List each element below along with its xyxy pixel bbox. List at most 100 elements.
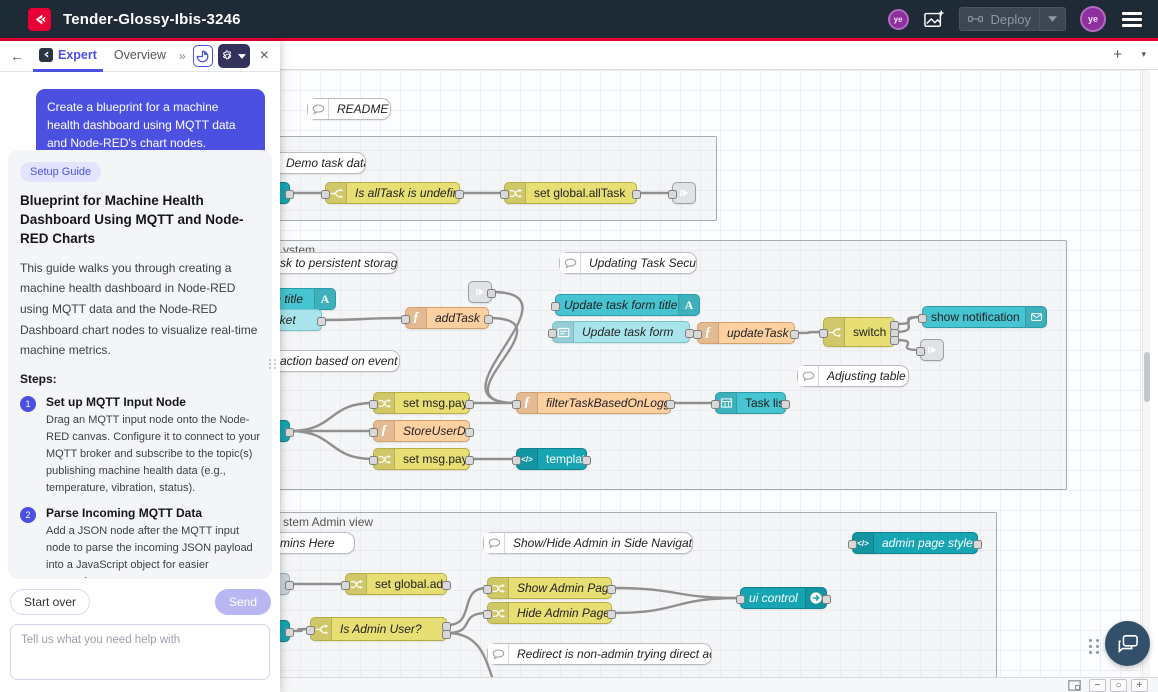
flow-node-f-filter[interactable]: ƒfilterTaskBasedOnLoggedUser bbox=[516, 392, 671, 414]
team-avatar[interactable]: ye bbox=[888, 9, 909, 30]
panel-resize-handle[interactable] bbox=[269, 359, 277, 369]
input-port[interactable] bbox=[551, 302, 560, 311]
flow-node-c-redir[interactable]: Redirect is non-admin trying direct acce… bbox=[487, 643, 712, 665]
flow-node-stub4[interactable] bbox=[280, 620, 290, 642]
settings-dropdown-button[interactable] bbox=[218, 44, 250, 68]
zoom-out-button[interactable]: − bbox=[1089, 679, 1106, 692]
flow-group-g1[interactable] bbox=[280, 136, 717, 221]
flow-node-n-aps[interactable]: </>admin page style bbox=[852, 532, 978, 554]
input-port[interactable] bbox=[369, 456, 378, 465]
output-port[interactable] bbox=[465, 400, 474, 409]
flow-node-n-utf[interactable]: Update task form bbox=[552, 321, 690, 343]
flow-node-c-shna[interactable]: Show/Hide Admin in Side Navigation bbox=[483, 532, 693, 554]
flow-node-n-notif[interactable]: show notification bbox=[922, 306, 1047, 328]
input-port[interactable] bbox=[916, 347, 925, 356]
flow-node-sw2[interactable]: switch bbox=[823, 317, 895, 347]
output-port[interactable] bbox=[790, 330, 799, 339]
output-port[interactable] bbox=[465, 428, 474, 437]
zoom-reset-button[interactable]: ○ bbox=[1110, 679, 1127, 692]
output-port[interactable] bbox=[890, 336, 899, 345]
scrollbar-thumb[interactable] bbox=[1144, 352, 1150, 402]
input-port[interactable] bbox=[306, 626, 315, 635]
flow-node-sw3[interactable]: Is Admin User? bbox=[310, 617, 447, 641]
input-port[interactable] bbox=[693, 330, 702, 339]
canvas-vertical-scrollbar[interactable] bbox=[1142, 70, 1150, 677]
input-port[interactable] bbox=[736, 595, 745, 604]
flow-node-stub1[interactable] bbox=[280, 182, 290, 204]
flow-node-sw1[interactable]: Is allTask is undefined bbox=[325, 182, 460, 204]
assistant-image-icon[interactable] bbox=[923, 9, 945, 29]
output-port[interactable] bbox=[285, 428, 294, 437]
input-port[interactable] bbox=[401, 315, 410, 324]
input-port[interactable] bbox=[369, 428, 378, 437]
flow-node-ch1[interactable]: set global.allTask bbox=[504, 182, 637, 204]
flow-node-ch2[interactable]: set msg.payload bbox=[373, 392, 470, 414]
output-port[interactable] bbox=[582, 456, 591, 465]
back-arrow-icon[interactable]: ← bbox=[6, 48, 28, 64]
tab-overview[interactable]: Overview bbox=[108, 41, 172, 72]
input-port[interactable] bbox=[711, 400, 720, 409]
output-port[interactable] bbox=[973, 540, 982, 549]
add-flow-button[interactable]: + bbox=[1113, 46, 1122, 63]
output-port[interactable] bbox=[822, 595, 831, 604]
flow-list-caret-icon[interactable]: ▾ bbox=[1141, 49, 1146, 60]
flowfuse-logo-icon[interactable] bbox=[28, 8, 51, 31]
input-port[interactable] bbox=[321, 190, 330, 199]
flow-node-f-store[interactable]: ƒStoreUserData bbox=[373, 420, 470, 442]
input-port[interactable] bbox=[548, 329, 557, 338]
main-menu-icon[interactable] bbox=[1120, 10, 1144, 29]
close-sidebar-icon[interactable]: × bbox=[255, 47, 274, 65]
flow-node-readme[interactable]: README bbox=[307, 98, 391, 120]
start-over-button[interactable]: Start over bbox=[10, 589, 90, 615]
input-port[interactable] bbox=[668, 190, 677, 199]
usage-chart-button[interactable] bbox=[193, 45, 213, 67]
send-button[interactable]: Send bbox=[215, 589, 271, 615]
user-avatar[interactable]: ye bbox=[1080, 6, 1106, 32]
input-port[interactable] bbox=[848, 540, 857, 549]
output-port[interactable] bbox=[484, 315, 493, 324]
flow-node-n-utft[interactable]: Update task form titleA bbox=[555, 294, 700, 316]
input-port[interactable] bbox=[500, 190, 509, 199]
assistant-input[interactable] bbox=[10, 624, 270, 680]
output-port[interactable] bbox=[442, 630, 451, 639]
output-port[interactable] bbox=[455, 190, 464, 199]
input-port[interactable] bbox=[512, 400, 521, 409]
flow-node-n-tl[interactable]: Task list bbox=[715, 392, 786, 414]
tab-expert[interactable]: Expert bbox=[33, 41, 103, 72]
output-port[interactable] bbox=[487, 289, 496, 298]
flow-node-ch3[interactable]: set msg.payload bbox=[373, 448, 470, 470]
deploy-button[interactable]: Deploy bbox=[959, 7, 1066, 31]
assistant-drag-handle[interactable] bbox=[1089, 639, 1100, 654]
flow-node-c-admins[interactable]: mins Here bbox=[280, 532, 355, 554]
output-port[interactable] bbox=[781, 400, 790, 409]
flow-node-n-uic[interactable]: ui control bbox=[740, 587, 827, 609]
flow-node-ch5[interactable]: Show Admin Page bbox=[487, 577, 612, 599]
output-port[interactable] bbox=[442, 581, 451, 590]
flow-node-lo2[interactable] bbox=[920, 339, 944, 361]
input-port[interactable] bbox=[483, 585, 492, 594]
flow-node-c-demo[interactable]: Demo task data bbox=[280, 152, 366, 174]
output-port[interactable] bbox=[465, 456, 474, 465]
flow-node-c-adj[interactable]: Adjusting table bbox=[797, 365, 909, 387]
flow-node-stub2[interactable] bbox=[280, 420, 290, 442]
flow-node-ch6[interactable]: Hide Admin Page bbox=[487, 602, 612, 624]
flow-node-f-upd[interactable]: ƒupdateTask bbox=[697, 322, 795, 344]
assistant-chat-button[interactable] bbox=[1105, 621, 1150, 666]
flow-node-f-add[interactable]: ƒaddTask bbox=[405, 307, 489, 329]
flow-node-n-title1[interactable]: m titleA bbox=[280, 288, 336, 310]
flow-node-n-ticket[interactable]: icket bbox=[280, 309, 322, 331]
minimap-toggle-icon[interactable] bbox=[1068, 680, 1081, 691]
zoom-in-button[interactable]: + bbox=[1131, 679, 1148, 692]
tabs-overflow-icon[interactable]: » bbox=[177, 49, 188, 63]
input-port[interactable] bbox=[918, 314, 927, 323]
output-port[interactable] bbox=[285, 190, 294, 199]
output-port[interactable] bbox=[317, 317, 326, 326]
input-port[interactable] bbox=[369, 400, 378, 409]
output-port[interactable] bbox=[632, 190, 641, 199]
output-port[interactable] bbox=[607, 610, 616, 619]
input-port[interactable] bbox=[483, 610, 492, 619]
flow-canvas[interactable]: stem Admin viewystem READMEDemo task dat… bbox=[280, 70, 1150, 677]
flow-node-lo1[interactable] bbox=[672, 182, 696, 204]
flow-node-c-act[interactable]: action based on event bbox=[280, 350, 400, 372]
flow-node-c-upd[interactable]: Updating Task Securely bbox=[559, 252, 697, 274]
